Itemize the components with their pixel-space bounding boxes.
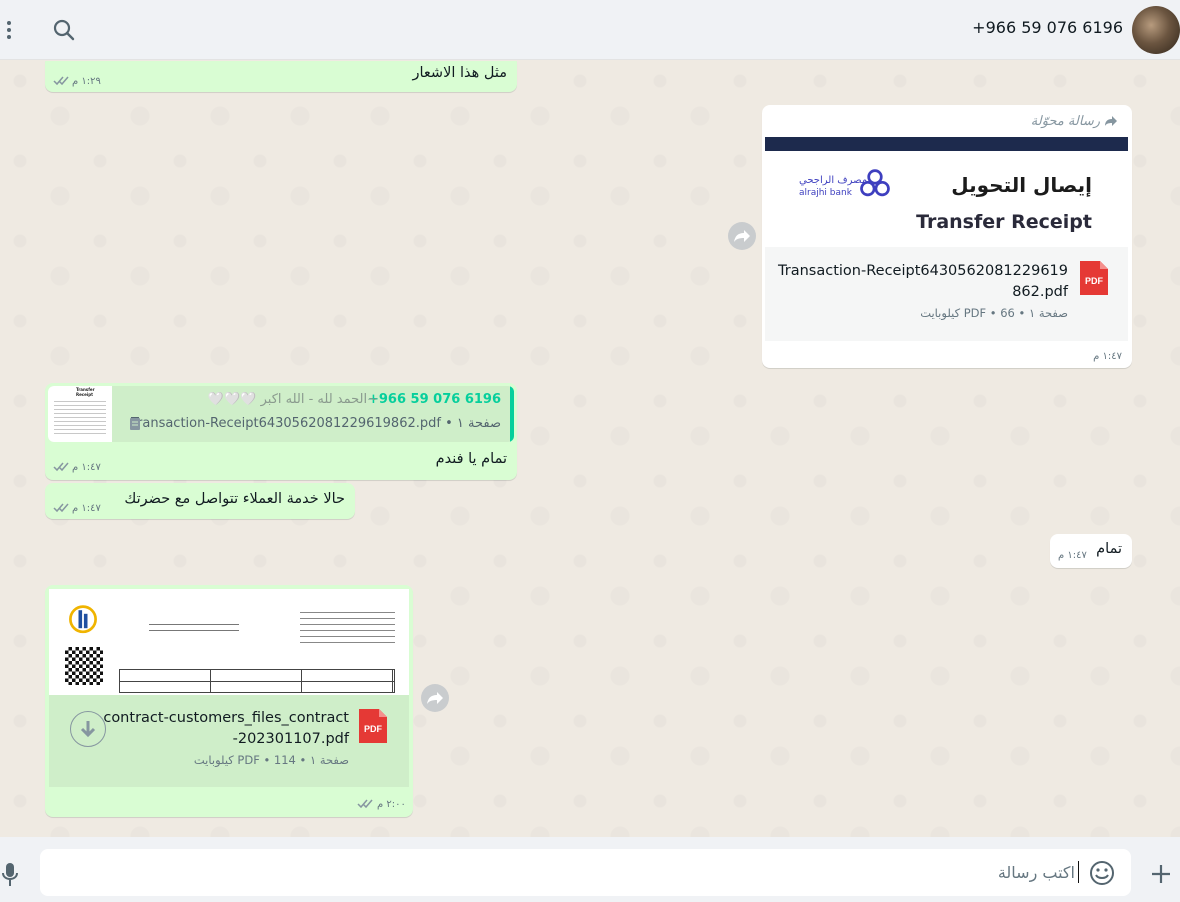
qr-code bbox=[65, 647, 103, 685]
forward-icon bbox=[734, 230, 750, 242]
preview-title-lines bbox=[149, 619, 239, 633]
preview-header-bar bbox=[765, 137, 1128, 151]
message-incoming-document[interactable]: PDF contract-customers_files_contract -2… bbox=[45, 585, 413, 817]
quote-sender-name: ~الحمد لله - الله اكبر 🤍🤍🤍 bbox=[207, 392, 378, 407]
quote-file: صفحة ١ • Transaction-Receipt643056208122… bbox=[130, 416, 501, 431]
message-time: ٢:٠٠ م bbox=[377, 799, 406, 810]
quote-accent-bar bbox=[510, 386, 514, 442]
bank-name-ar: مصرف الراجحي bbox=[799, 175, 868, 186]
pdf-badge: PDF bbox=[364, 724, 383, 734]
message-time: ١:٤٧ م bbox=[72, 503, 101, 514]
pdf-badge: PDF bbox=[1085, 276, 1104, 286]
document-info[interactable]: PDF contract-customers_files_contract -2… bbox=[49, 695, 409, 787]
message-incoming[interactable]: مثل هذا الاشعار ١:٢٩ م bbox=[45, 61, 517, 92]
document-meta: صفحة ١ • PDF • 66 كيلوبايت bbox=[920, 306, 1068, 320]
document-meta: صفحة ١ • PDF • 114 كيلوبايت bbox=[193, 753, 349, 767]
message-outgoing[interactable]: تمام ١:٤٧ م bbox=[1050, 534, 1132, 568]
text-caret bbox=[1078, 861, 1079, 883]
double-check-icon bbox=[53, 76, 69, 86]
message-outgoing-document[interactable]: رسالة محوّلة إيصال التحويل Transfer Rece… bbox=[762, 105, 1132, 368]
quote-thumbnail: Transfer Receipt bbox=[48, 386, 112, 442]
thumb-title: Transfer Receipt bbox=[76, 387, 95, 397]
preview-text-lines bbox=[300, 607, 395, 647]
message-time: ١:٢٩ م bbox=[72, 76, 101, 87]
message-incoming[interactable]: حالا خدمة العملاء تتواصل مع حضرتك ١:٤٧ م bbox=[45, 483, 355, 519]
message-time: ١:٤٧ م bbox=[72, 462, 101, 473]
message-time: ١:٤٧ م bbox=[1058, 550, 1087, 561]
chat-header: +966 59 076 6196 bbox=[0, 0, 1180, 60]
contact-name[interactable]: +966 59 076 6196 bbox=[972, 18, 1123, 37]
document-filename: contract-customers_files_contract -20230… bbox=[103, 710, 349, 747]
document-preview[interactable]: إيصال التحويل Transfer Receipt مصرف الرا… bbox=[765, 137, 1128, 247]
thumb-lines bbox=[54, 398, 106, 436]
emoji-icon[interactable] bbox=[1089, 860, 1115, 886]
message-time: ١:٤٧ م bbox=[1093, 351, 1122, 362]
preview-table bbox=[119, 669, 395, 693]
message-text: تمام bbox=[1096, 541, 1122, 557]
menu-icon[interactable] bbox=[0, 16, 18, 44]
composer-bar: اكتب رسالة bbox=[0, 837, 1180, 902]
company-logo-icon bbox=[69, 605, 97, 634]
download-button[interactable] bbox=[70, 711, 106, 747]
contact-avatar[interactable] bbox=[1132, 6, 1180, 54]
forward-button[interactable] bbox=[421, 684, 449, 712]
download-icon bbox=[80, 720, 95, 737]
double-check-icon bbox=[357, 799, 373, 809]
forward-arrow-icon bbox=[1105, 116, 1117, 126]
document-filename: Transaction-Receipt6430562081229619 862.… bbox=[778, 263, 1068, 300]
preview-title-ar: إيصال التحويل bbox=[951, 173, 1092, 197]
double-check-icon bbox=[53, 462, 69, 472]
quote-sender: +966 59 076 6196 bbox=[367, 392, 501, 407]
message-text: حالا خدمة العملاء تتواصل مع حضرتك bbox=[124, 491, 345, 507]
mic-icon[interactable] bbox=[0, 861, 20, 889]
document-icon bbox=[130, 418, 140, 430]
message-placeholder: اكتب رسالة bbox=[997, 863, 1075, 882]
pdf-icon: PDF bbox=[1080, 261, 1108, 295]
preview-title-en: Transfer Receipt bbox=[916, 211, 1092, 233]
quoted-message[interactable]: Transfer Receipt +966 59 076 6196 ~الحمد… bbox=[48, 386, 514, 442]
message-text: تمام يا فندم bbox=[435, 451, 507, 467]
forward-button[interactable] bbox=[728, 222, 756, 250]
chat-area[interactable]: مثل هذا الاشعار ١:٢٩ م رسالة محوّلة إيصا… bbox=[0, 61, 1180, 837]
message-text: مثل هذا الاشعار bbox=[412, 65, 508, 81]
pdf-icon: PDF bbox=[359, 709, 387, 743]
bank-name-en: alrajhi bank bbox=[799, 188, 852, 198]
plus-icon[interactable] bbox=[1149, 862, 1173, 886]
search-icon[interactable] bbox=[50, 16, 78, 44]
message-input[interactable]: اكتب رسالة bbox=[40, 849, 1131, 896]
message-incoming-reply[interactable]: Transfer Receipt +966 59 076 6196 ~الحمد… bbox=[45, 383, 517, 480]
document-preview[interactable] bbox=[49, 589, 409, 695]
document-info[interactable]: PDF Transaction-Receipt6430562081229619 … bbox=[765, 247, 1128, 341]
forward-icon bbox=[427, 692, 443, 704]
double-check-icon bbox=[53, 503, 69, 513]
forwarded-label: رسالة محوّلة bbox=[1030, 114, 1100, 129]
